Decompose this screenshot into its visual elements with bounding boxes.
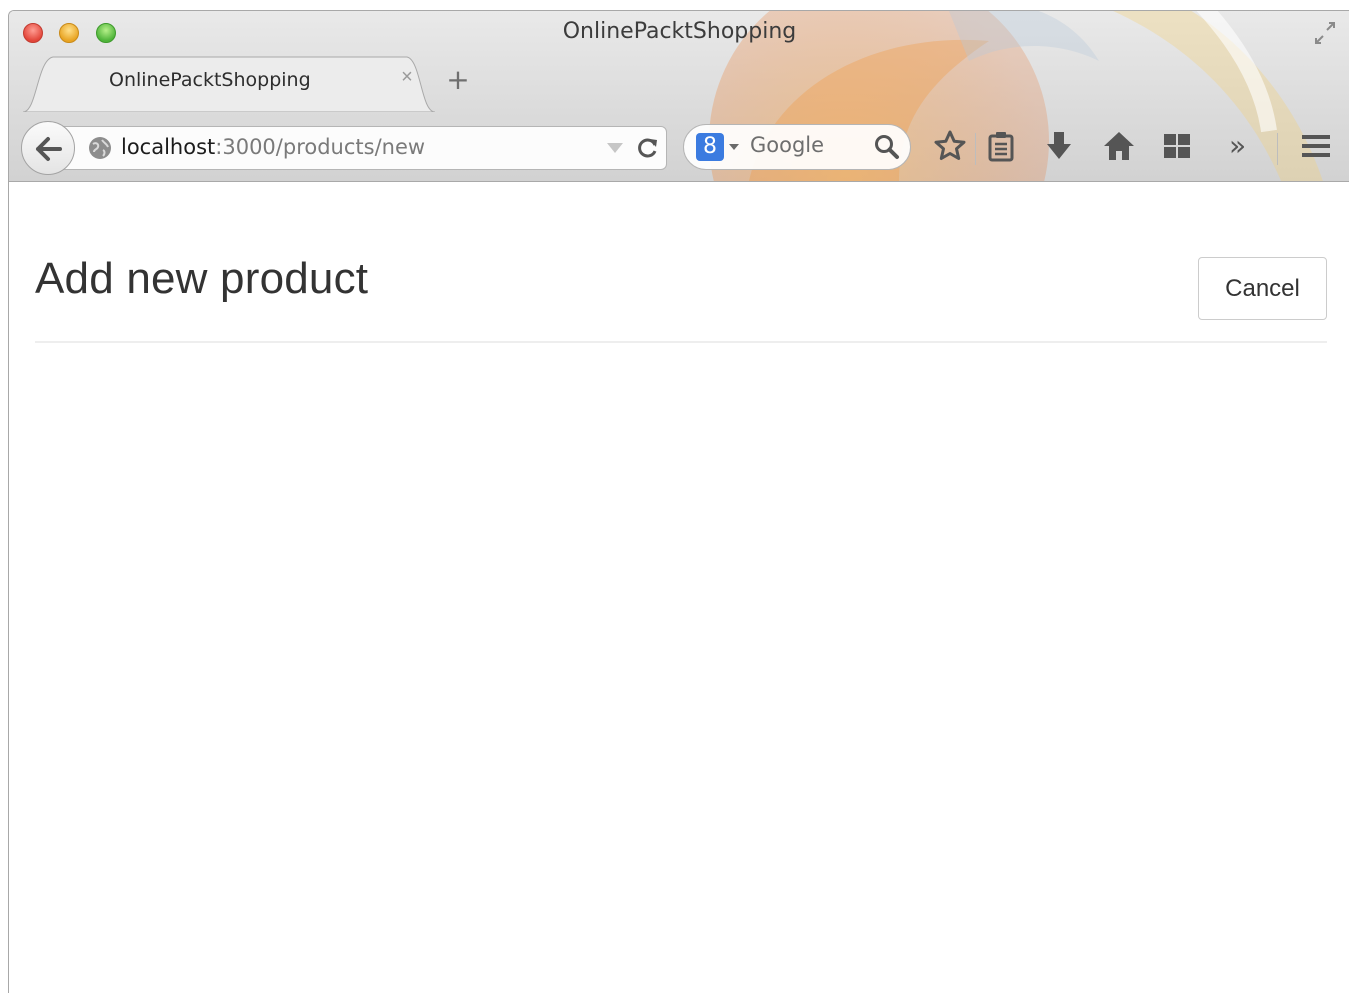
tab-onlinepacktshopping[interactable]: OnlinePacktShopping × (23, 54, 435, 112)
search-engine-icon[interactable]: 8 (696, 133, 724, 161)
back-arrow-icon (36, 137, 62, 161)
new-tab-button[interactable]: + (445, 66, 471, 94)
search-magnifier-icon[interactable] (874, 134, 900, 160)
search-input[interactable]: Google (750, 133, 824, 157)
cancel-button[interactable]: Cancel (1198, 257, 1327, 320)
fullscreen-icon[interactable] (1312, 21, 1338, 45)
search-bar[interactable]: 8 Google (683, 124, 911, 170)
home-icon[interactable] (1102, 129, 1136, 163)
browser-chrome: OnlinePacktShopping OnlinePacktShopping … (9, 11, 1349, 182)
back-button[interactable] (21, 121, 75, 175)
globe-icon[interactable] (88, 136, 112, 160)
page-content: Add new product Cancel (9, 182, 1349, 993)
browser-window: OnlinePacktShopping OnlinePacktShopping … (8, 10, 1349, 993)
downloads-icon[interactable] (1043, 129, 1075, 163)
toolbar-separator (975, 133, 976, 165)
header-divider (35, 341, 1327, 343)
tab-groups-icon[interactable] (1161, 129, 1193, 163)
reading-list-icon[interactable] (985, 129, 1017, 163)
url-path: :3000/products/new (215, 135, 426, 159)
menu-icon[interactable] (1299, 129, 1333, 163)
close-tab-icon[interactable]: × (398, 67, 416, 87)
tab-title: OnlinePacktShopping (109, 69, 311, 91)
history-dropdown-icon[interactable] (606, 142, 624, 154)
reload-icon[interactable] (636, 136, 660, 160)
toolbar-separator (1277, 133, 1278, 165)
bookmark-star-icon[interactable] (933, 129, 967, 163)
window-title: OnlinePacktShopping (562, 19, 797, 44)
url-host: localhost (121, 135, 216, 159)
engine-dropdown-icon[interactable] (728, 143, 740, 151)
url-text[interactable]: localhost:3000/products/new (121, 135, 425, 159)
url-bar[interactable]: localhost:3000/products/new (57, 126, 667, 170)
page-title: Add new product (35, 254, 369, 303)
overflow-chevron-icon[interactable]: » (1229, 131, 1246, 161)
